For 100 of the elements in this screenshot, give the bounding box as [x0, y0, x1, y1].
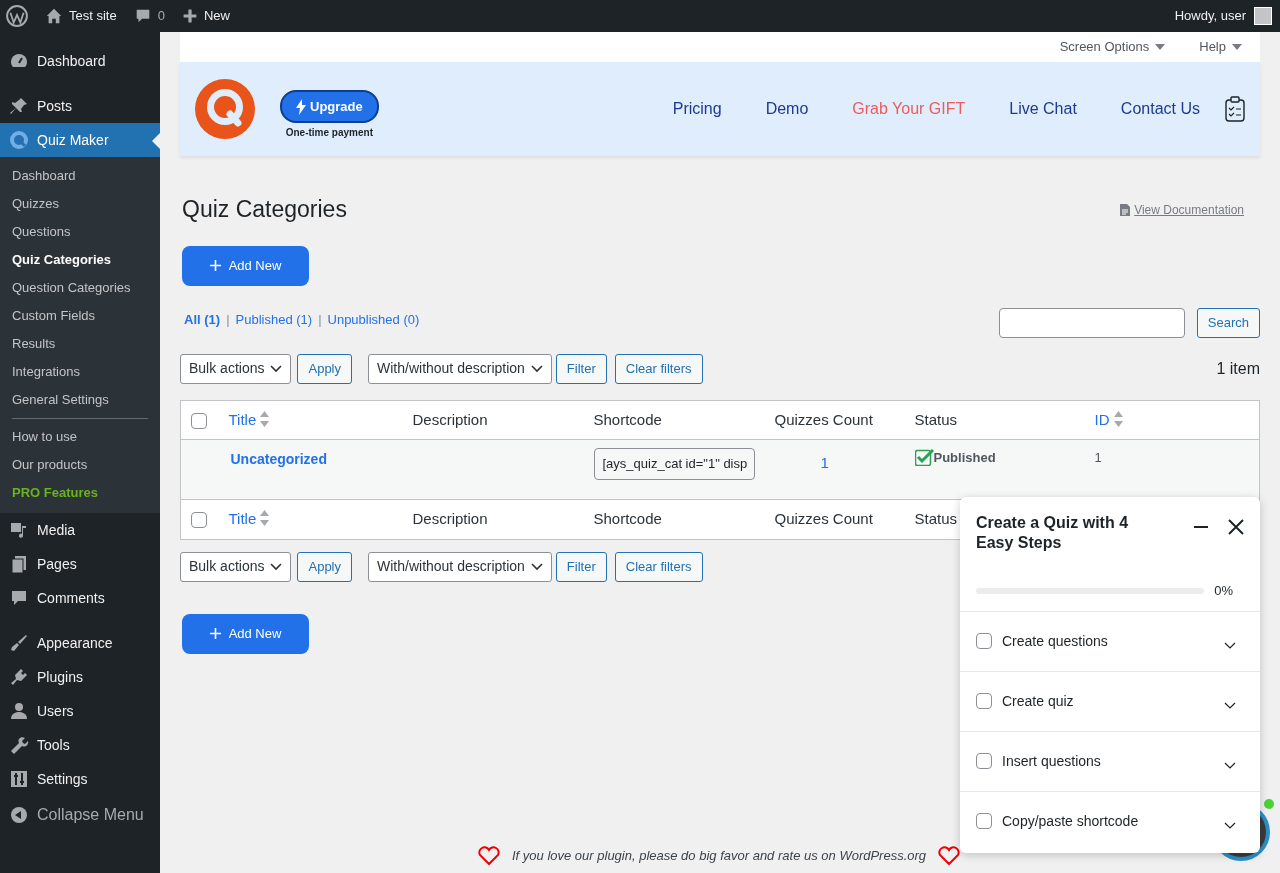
heart-icon	[938, 846, 961, 866]
comment-count: 0	[157, 7, 165, 26]
new-label: New	[203, 7, 230, 26]
banner-link[interactable]: Pricing	[672, 97, 722, 121]
progress-reading: 0%	[1214, 582, 1233, 600]
page-title: Quiz Categories	[182, 196, 347, 224]
screen-meta-toggle[interactable]: Screen Options	[1059, 37, 1166, 57]
submenu-item[interactable]: General Settings	[0, 386, 160, 414]
submenu-item[interactable]: Dashboard	[0, 162, 160, 190]
chevron-down-icon	[530, 562, 543, 571]
lightning-icon	[296, 98, 306, 115]
banner-link[interactable]: Contact Us	[1120, 97, 1200, 121]
new-content-link[interactable]: New	[181, 6, 230, 26]
clear-filters-button[interactable]: Clear filters	[614, 551, 703, 582]
select-all-checkbox[interactable]	[191, 412, 207, 429]
sidebar-item[interactable]: Settings	[0, 762, 160, 796]
submenu-item[interactable]: Our products	[0, 451, 160, 479]
filter-button[interactable]: Filter	[555, 353, 607, 384]
column-header: Shortcode	[593, 510, 662, 528]
column-header: Quizzes Count	[774, 410, 873, 428]
close-icon[interactable]	[1226, 517, 1244, 537]
column-sort-link[interactable]: Title	[228, 410, 257, 428]
chevron-down-icon[interactable]	[1224, 702, 1236, 710]
add-new-button[interactable]: Add New	[182, 613, 309, 654]
submenu-item[interactable]: Question Categories	[0, 274, 160, 302]
submenu-item[interactable]: PRO Features	[0, 479, 160, 507]
search-field[interactable]	[998, 307, 1185, 338]
submenu-item[interactable]: Integrations	[0, 358, 160, 386]
sidebar-item[interactable]: Appearance	[0, 626, 160, 660]
view-separator: |	[226, 311, 230, 327]
sidebar-item[interactable]: Pages	[0, 547, 160, 581]
column-header: Shortcode	[593, 410, 662, 428]
submenu-item[interactable]: Results	[0, 330, 160, 358]
select-all-checkbox[interactable]	[191, 512, 207, 529]
step-label: Create quiz	[1002, 691, 1074, 711]
clipboard-checklist-icon[interactable]	[1224, 96, 1246, 122]
upgrade-button[interactable]: Upgrade	[280, 89, 379, 124]
status-filter-link[interactable]: Unpublished (0)	[327, 311, 420, 327]
submenu-item[interactable]: How to use	[0, 423, 160, 451]
status-filter-link[interactable]: Published (1)	[235, 311, 313, 327]
site-link[interactable]: Test site	[45, 6, 117, 26]
quizzes-count-link[interactable]: 1	[820, 454, 829, 472]
sidebar-item[interactable]: Quiz Maker	[0, 123, 160, 157]
bulk-actions-dropdown[interactable]: Bulk actions	[180, 551, 292, 582]
wrench-icon	[9, 735, 29, 755]
wordpress-org-link[interactable]: WordPress.org	[839, 848, 927, 864]
status-filter-link[interactable]: All (1)	[184, 311, 221, 327]
plus-icon	[181, 8, 198, 24]
id-cell: 1	[1094, 450, 1102, 466]
submenu-item[interactable]: Quizzes	[0, 190, 160, 218]
step-checkbox[interactable]	[976, 813, 992, 829]
step-checkbox[interactable]	[976, 633, 992, 649]
filter-button[interactable]: Filter	[555, 551, 607, 582]
apply-button[interactable]: Apply	[297, 353, 352, 384]
chevron-down-icon[interactable]	[1224, 762, 1236, 770]
shortcode-field[interactable]: [ays_quiz_cat id="1" disp	[593, 448, 755, 480]
user-avatar[interactable]	[1254, 7, 1272, 25]
chevron-down-icon[interactable]	[1224, 822, 1236, 830]
submenu-item[interactable]: Questions	[0, 218, 160, 246]
greeting: Howdy, user	[1174, 7, 1246, 26]
documentation-link[interactable]: View Documentation	[1120, 200, 1244, 219]
person-icon	[9, 701, 29, 721]
search-button[interactable]: Search	[1196, 307, 1260, 338]
banner-link[interactable]: Live Chat	[1009, 97, 1077, 121]
clear-filters-button[interactable]: Clear filters	[614, 353, 703, 384]
view-separator: |	[318, 311, 322, 327]
chevron-down-icon[interactable]	[1224, 642, 1236, 650]
sidebar-item[interactable]: Comments	[0, 581, 160, 615]
sidebar-item[interactable]: Dashboard	[0, 44, 160, 78]
bulk-actions-dropdown[interactable]: Bulk actions	[180, 353, 292, 384]
apply-button[interactable]: Apply	[297, 551, 352, 582]
sidebar-item[interactable]: Plugins	[0, 660, 160, 694]
step-checkbox[interactable]	[976, 693, 992, 709]
chevron-down-icon	[530, 364, 543, 373]
sidebar-item[interactable]: Posts	[0, 89, 160, 123]
chevron-down-icon	[270, 364, 283, 373]
step-label: Create questions	[1002, 631, 1108, 651]
add-new-button[interactable]: Add New	[182, 245, 309, 286]
submenu-item[interactable]: Quiz Categories	[0, 246, 160, 274]
step-checkbox[interactable]	[976, 753, 992, 769]
sidebar-item[interactable]: Collapse Menu	[0, 796, 160, 834]
screen-meta-toggle[interactable]: Help	[1199, 37, 1242, 57]
description-filter-dropdown[interactable]: With/without description	[368, 551, 552, 582]
column-sort-link[interactable]: ID	[1094, 410, 1110, 428]
sidebar-item[interactable]: Media	[0, 513, 160, 547]
submenu-item[interactable]: Custom Fields	[0, 302, 160, 330]
sidebar-item[interactable]: Tools	[0, 728, 160, 762]
paintbrush-icon	[9, 633, 29, 653]
banner-link[interactable]: Demo	[765, 97, 809, 121]
column-sort-link[interactable]: Title	[228, 510, 257, 528]
media-icon	[9, 520, 29, 540]
comments-link[interactable]: 0	[133, 6, 165, 26]
step-label: Copy/paste shortcode	[1002, 811, 1139, 831]
pages-icon	[9, 554, 29, 574]
description-filter-dropdown[interactable]: With/without description	[368, 353, 552, 384]
house-icon	[45, 7, 63, 25]
sidebar-item[interactable]: Users	[0, 694, 160, 728]
sliders-icon	[9, 769, 29, 789]
category-title-link[interactable]: Uncategorized	[230, 451, 327, 468]
online-dot	[1264, 799, 1274, 809]
